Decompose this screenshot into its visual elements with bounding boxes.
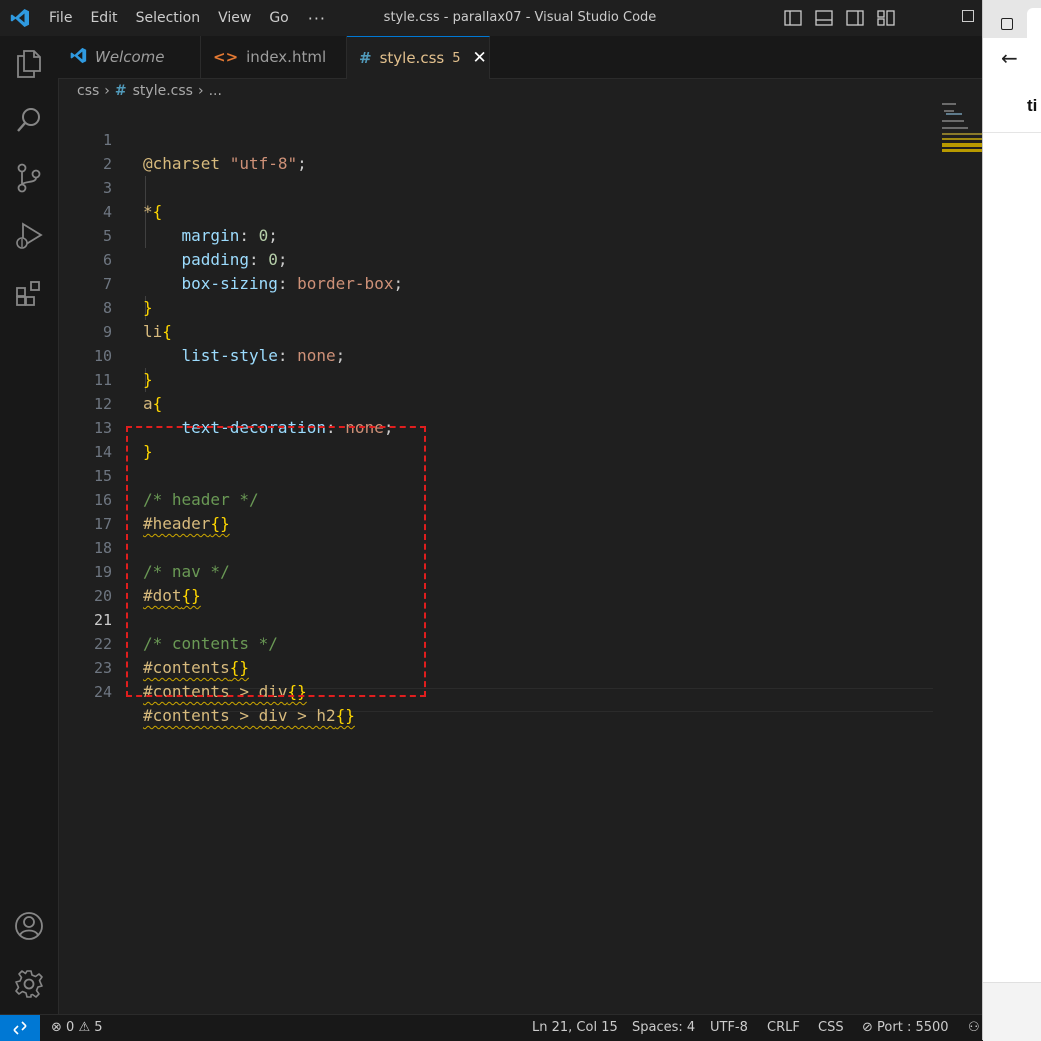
divider [983, 132, 1041, 133]
browser-preview-window: ← ti [982, 0, 1041, 1041]
code-line: 7 } [58, 248, 938, 317]
accounts-status-icon[interactable]: ⚇ [968, 1015, 980, 1041]
toggle-panel-icon[interactable] [813, 7, 835, 29]
explorer-icon[interactable] [0, 40, 58, 88]
menu-view[interactable]: View [209, 0, 260, 36]
breadcrumb-file[interactable]: style.css [133, 83, 193, 99]
vscode-logo-icon[interactable] [0, 0, 40, 36]
menu-file[interactable]: File [40, 0, 81, 36]
tab-style-css[interactable]: # style.css 5 ✕ [347, 36, 490, 79]
line-number: 24 [93, 683, 112, 701]
run-and-debug-icon[interactable] [0, 212, 58, 260]
title-bar: File Edit Selection View Go ··· style.cs… [0, 0, 982, 36]
breadcrumb-folder[interactable]: css [77, 83, 99, 99]
remote-indicator-icon[interactable] [0, 1015, 40, 1041]
back-arrow-icon[interactable]: ← [1001, 46, 1018, 70]
breadcrumb-symbols[interactable]: ... [209, 83, 222, 99]
css-hash-icon: # [359, 49, 372, 67]
live-server-status[interactable]: ⊘ Port : 5500 [862, 1015, 949, 1041]
no-entry-icon: ⊘ [862, 1020, 873, 1035]
accounts-icon[interactable] [0, 902, 58, 950]
source-control-icon[interactable] [0, 154, 58, 202]
close-icon[interactable]: ✕ [472, 48, 486, 68]
code-line: 8 li{ [58, 272, 938, 341]
breadcrumb: css › # style.css › ... [58, 79, 957, 103]
tab-index-html[interactable]: <> index.html [201, 36, 347, 78]
code-line: 6 box-sizing: border-box; [58, 224, 938, 293]
tab-actions-icon[interactable] [1001, 18, 1013, 30]
tab-label: index.html [246, 48, 327, 66]
eol-status[interactable]: CRLF [767, 1015, 800, 1041]
window-title: style.css - parallax07 - Visual Studio C… [383, 10, 657, 25]
toggle-primary-sidebar-icon[interactable] [782, 7, 804, 29]
code-line: 1 @charset "utf-8"; [58, 104, 938, 173]
html-icon: <> [213, 48, 239, 66]
manage-gear-icon[interactable] [0, 960, 58, 1008]
chevron-right-icon: › [197, 83, 204, 99]
toggle-secondary-sidebar-icon[interactable] [844, 7, 866, 29]
tab-label: style.css [379, 49, 445, 67]
editor-tab-bar: Welcome <> index.html # style.css 5 ✕ [58, 36, 982, 79]
encoding-status[interactable]: UTF-8 [710, 1015, 748, 1041]
cursor-position[interactable]: Ln 21, Col 15 [532, 1015, 618, 1041]
menu-go[interactable]: Go [260, 0, 297, 36]
menu-edit[interactable]: Edit [81, 0, 126, 36]
browser-bottom-bar [983, 982, 1041, 1041]
maximize-window-icon[interactable] [962, 10, 974, 22]
problems-status[interactable]: ⊗ 0 ⚠ 5 [51, 1015, 103, 1041]
highlight-annotation-box [126, 426, 426, 697]
browser-tab[interactable] [1027, 8, 1041, 38]
search-icon[interactable] [0, 96, 58, 144]
status-bar: ⊗ 0 ⚠ 5 Ln 21, Col 15 Spaces: 4 UTF-8 CR… [0, 1014, 982, 1041]
problem-count-badge: 5 [452, 50, 461, 66]
code-line: 9 list-style: none; [58, 296, 938, 365]
chevron-right-icon: › [104, 83, 110, 99]
activity-bar [0, 36, 59, 1014]
css-hash-icon: # [114, 83, 127, 99]
code-line: 4 margin: 0; [58, 176, 938, 245]
extensions-icon[interactable] [0, 270, 58, 318]
menu-selection[interactable]: Selection [127, 0, 210, 36]
indentation-status[interactable]: Spaces: 4 [632, 1015, 695, 1041]
code-line: 2 [58, 128, 938, 173]
warning-squiggle: #contents > div > h2 [143, 706, 336, 725]
page-heading: ti [1027, 96, 1038, 115]
code-line: 3 *{ [58, 152, 938, 221]
code-line: 10 } [58, 320, 938, 389]
vscode-icon [70, 47, 87, 68]
code-line: 5 padding: 0; [58, 200, 938, 269]
code-line: 12 text-decoration: none; [58, 368, 938, 437]
tab-label: Welcome [95, 48, 165, 66]
error-icon: ⊗ [51, 1020, 62, 1035]
customize-layout-icon[interactable] [875, 7, 897, 29]
code-line: 11 a{ [58, 344, 938, 413]
warning-icon: ⚠ [78, 1020, 91, 1035]
language-mode[interactable]: CSS [818, 1015, 844, 1041]
tab-welcome[interactable]: Welcome [58, 36, 201, 78]
minimap[interactable] [940, 100, 982, 160]
code-line: 13 } [58, 392, 938, 461]
layout-controls [782, 0, 897, 36]
